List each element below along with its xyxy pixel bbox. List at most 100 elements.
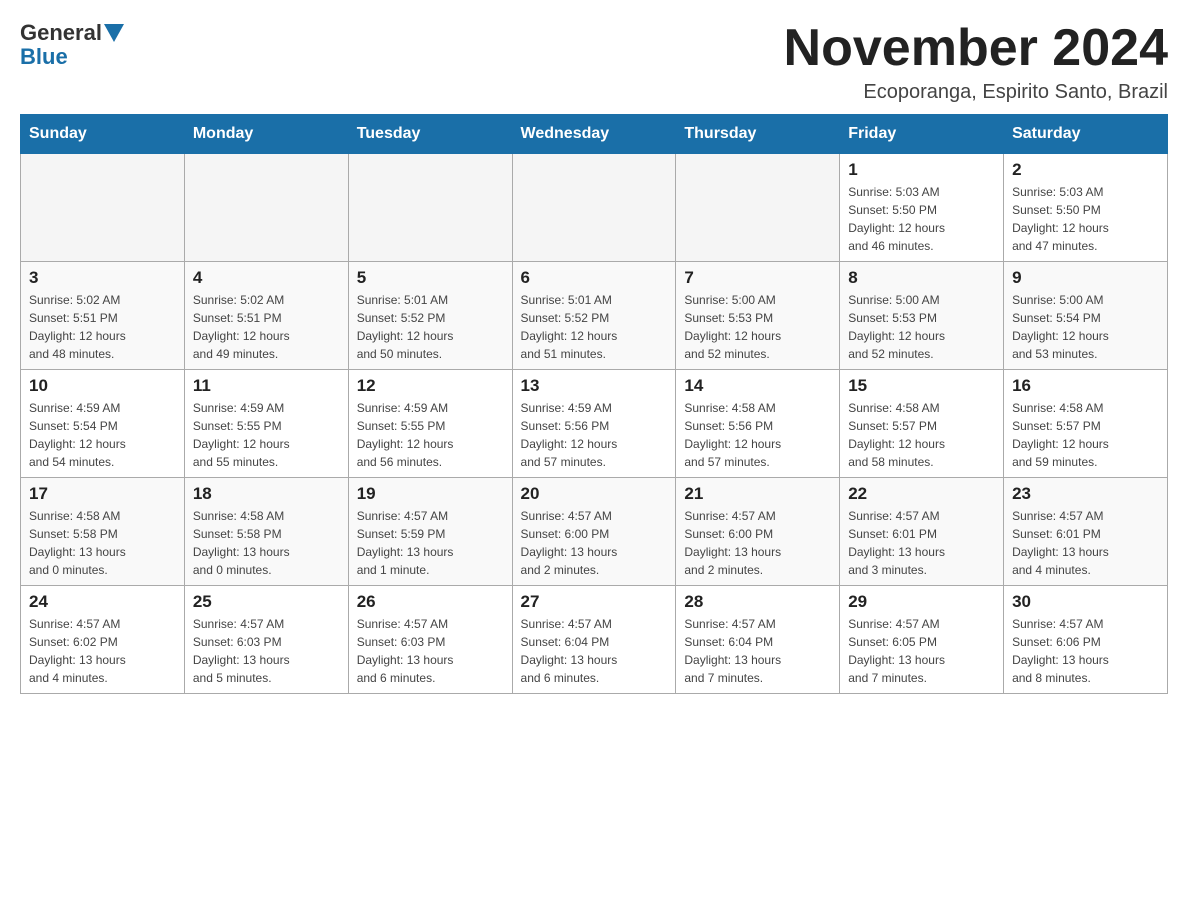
day-number: 10: [29, 376, 176, 396]
day-header-friday: Friday: [840, 115, 1004, 154]
calendar-cell: 23 Sunrise: 4:57 AMSunset: 6:01 PMDayligh…: [1004, 478, 1168, 586]
cell-info: Sunrise: 5:00 AMSunset: 5:53 PMDaylight:…: [684, 291, 831, 363]
cell-info: Sunrise: 4:58 AMSunset: 5:57 PMDaylight:…: [848, 399, 995, 471]
cell-info: Sunrise: 4:57 AMSunset: 6:03 PMDaylight:…: [193, 615, 340, 687]
calendar-cell: [676, 154, 840, 262]
calendar-week-row: 24 Sunrise: 4:57 AMSunset: 6:02 PMDayligh…: [21, 586, 1168, 694]
calendar-week-row: 3 Sunrise: 5:02 AMSunset: 5:51 PMDaylight…: [21, 262, 1168, 370]
day-header-monday: Monday: [184, 115, 348, 154]
cell-info: Sunrise: 4:57 AMSunset: 6:03 PMDaylight:…: [357, 615, 504, 687]
calendar-cell: 29 Sunrise: 4:57 AMSunset: 6:05 PMDayligh…: [840, 586, 1004, 694]
day-number: 24: [29, 592, 176, 612]
calendar-cell: 18Sunrise: 4:58 AMSunset: 5:58 PMDayligh…: [184, 478, 348, 586]
cell-info: Sunrise: 5:01 AMSunset: 5:52 PMDaylight:…: [357, 291, 504, 363]
calendar-cell: 21Sunrise: 4:57 AMSunset: 6:00 PMDayligh…: [676, 478, 840, 586]
cell-info: Sunrise: 4:57 AMSunset: 6:04 PMDaylight:…: [521, 615, 668, 687]
cell-info: Sunrise: 5:02 AMSunset: 5:51 PMDaylight:…: [193, 291, 340, 363]
day-number: 28: [684, 592, 831, 612]
calendar-cell: 9 Sunrise: 5:00 AMSunset: 5:54 PMDaylight…: [1004, 262, 1168, 370]
logo-arrow-icon: [104, 24, 124, 44]
calendar-week-row: 17 Sunrise: 4:58 AMSunset: 5:58 PMDayligh…: [21, 478, 1168, 586]
cell-info: Sunrise: 4:57 AMSunset: 6:05 PMDaylight:…: [848, 615, 995, 687]
day-number: 17: [29, 484, 176, 504]
day-number: 3: [29, 268, 176, 288]
calendar-week-row: 10 Sunrise: 4:59 AMSunset: 5:54 PMDayligh…: [21, 370, 1168, 478]
day-number: 2: [1012, 160, 1159, 180]
cell-info: Sunrise: 4:58 AMSunset: 5:57 PMDaylight:…: [1012, 399, 1159, 471]
day-number: 15: [848, 376, 995, 396]
cell-info: Sunrise: 4:58 AMSunset: 5:58 PMDaylight:…: [193, 507, 340, 579]
cell-info: Sunrise: 4:59 AMSunset: 5:55 PMDaylight:…: [357, 399, 504, 471]
calendar-cell: 5 Sunrise: 5:01 AMSunset: 5:52 PMDaylight…: [348, 262, 512, 370]
day-number: 16: [1012, 376, 1159, 396]
cell-info: Sunrise: 4:57 AMSunset: 6:04 PMDaylight:…: [684, 615, 831, 687]
calendar-cell: [348, 154, 512, 262]
cell-info: Sunrise: 4:57 AMSunset: 6:00 PMDaylight:…: [521, 507, 668, 579]
cell-info: Sunrise: 4:58 AMSunset: 5:56 PMDaylight:…: [684, 399, 831, 471]
cell-info: Sunrise: 4:57 AMSunset: 6:01 PMDaylight:…: [1012, 507, 1159, 579]
calendar-cell: 8Sunrise: 5:00 AMSunset: 5:53 PMDaylight…: [840, 262, 1004, 370]
calendar-header-row: SundayMondayTuesdayWednesdayThursdayFrid…: [21, 115, 1168, 154]
day-number: 26: [357, 592, 504, 612]
calendar-cell: 3Sunrise: 5:02 AMSunset: 5:51 PMDaylight…: [21, 262, 185, 370]
calendar-cell: 4 Sunrise: 5:02 AMSunset: 5:51 PMDaylight…: [184, 262, 348, 370]
day-number: 7: [684, 268, 831, 288]
day-number: 4: [193, 268, 340, 288]
calendar-cell: 27 Sunrise: 4:57 AMSunset: 6:04 PMDayligh…: [512, 586, 676, 694]
cell-info: Sunrise: 4:57 AMSunset: 6:02 PMDaylight:…: [29, 615, 176, 687]
calendar-cell: 30 Sunrise: 4:57 AMSunset: 6:06 PMDayligh…: [1004, 586, 1168, 694]
calendar-cell: 13 Sunrise: 4:59 AMSunset: 5:56 PMDayligh…: [512, 370, 676, 478]
calendar-cell: 17 Sunrise: 4:58 AMSunset: 5:58 PMDayligh…: [21, 478, 185, 586]
logo-general-text: General: [20, 20, 102, 46]
day-header-sunday: Sunday: [21, 115, 185, 154]
day-number: 9: [1012, 268, 1159, 288]
calendar-cell: 11Sunrise: 4:59 AMSunset: 5:55 PMDayligh…: [184, 370, 348, 478]
cell-info: Sunrise: 4:59 AMSunset: 5:55 PMDaylight:…: [193, 399, 340, 471]
day-number: 19: [357, 484, 504, 504]
day-number: 12: [357, 376, 504, 396]
day-number: 27: [521, 592, 668, 612]
location-text: Ecoporanga, Espirito Santo, Brazil: [784, 81, 1168, 104]
cell-info: Sunrise: 4:57 AMSunset: 6:06 PMDaylight:…: [1012, 615, 1159, 687]
page-header: General Blue November 2024 Ecoporanga, E…: [20, 20, 1168, 104]
calendar-cell: 1 Sunrise: 5:03 AMSunset: 5:50 PMDaylight…: [840, 154, 1004, 262]
title-block: November 2024 Ecoporanga, Espirito Santo…: [784, 20, 1168, 104]
day-number: 29: [848, 592, 995, 612]
calendar-cell: 6Sunrise: 5:01 AMSunset: 5:52 PMDaylight…: [512, 262, 676, 370]
calendar-cell: 22Sunrise: 4:57 AMSunset: 6:01 PMDayligh…: [840, 478, 1004, 586]
calendar-cell: [512, 154, 676, 262]
logo-blue-text: Blue: [20, 44, 124, 70]
calendar-cell: 10 Sunrise: 4:59 AMSunset: 5:54 PMDayligh…: [21, 370, 185, 478]
calendar-week-row: 1 Sunrise: 5:03 AMSunset: 5:50 PMDaylight…: [21, 154, 1168, 262]
calendar-cell: 25 Sunrise: 4:57 AMSunset: 6:03 PMDayligh…: [184, 586, 348, 694]
calendar-cell: 12 Sunrise: 4:59 AMSunset: 5:55 PMDayligh…: [348, 370, 512, 478]
day-header-saturday: Saturday: [1004, 115, 1168, 154]
calendar-cell: [184, 154, 348, 262]
calendar-cell: 15 Sunrise: 4:58 AMSunset: 5:57 PMDayligh…: [840, 370, 1004, 478]
cell-info: Sunrise: 4:57 AMSunset: 5:59 PMDaylight:…: [357, 507, 504, 579]
day-number: 23: [1012, 484, 1159, 504]
cell-info: Sunrise: 4:58 AMSunset: 5:58 PMDaylight:…: [29, 507, 176, 579]
cell-info: Sunrise: 5:00 AMSunset: 5:53 PMDaylight:…: [848, 291, 995, 363]
day-number: 30: [1012, 592, 1159, 612]
month-title: November 2024: [784, 20, 1168, 77]
cell-info: Sunrise: 4:59 AMSunset: 5:56 PMDaylight:…: [521, 399, 668, 471]
calendar-cell: 28 Sunrise: 4:57 AMSunset: 6:04 PMDayligh…: [676, 586, 840, 694]
calendar-table: SundayMondayTuesdayWednesdayThursdayFrid…: [20, 114, 1168, 694]
day-number: 21: [684, 484, 831, 504]
cell-info: Sunrise: 5:01 AMSunset: 5:52 PMDaylight:…: [521, 291, 668, 363]
calendar-cell: 16 Sunrise: 4:58 AMSunset: 5:57 PMDayligh…: [1004, 370, 1168, 478]
day-number: 22: [848, 484, 995, 504]
cell-info: Sunrise: 4:59 AMSunset: 5:54 PMDaylight:…: [29, 399, 176, 471]
day-number: 1: [848, 160, 995, 180]
calendar-cell: [21, 154, 185, 262]
calendar-cell: 24 Sunrise: 4:57 AMSunset: 6:02 PMDayligh…: [21, 586, 185, 694]
day-number: 25: [193, 592, 340, 612]
day-number: 14: [684, 376, 831, 396]
day-header-tuesday: Tuesday: [348, 115, 512, 154]
day-number: 13: [521, 376, 668, 396]
day-number: 20: [521, 484, 668, 504]
cell-info: Sunrise: 5:03 AMSunset: 5:50 PMDaylight:…: [848, 183, 995, 255]
day-number: 5: [357, 268, 504, 288]
cell-info: Sunrise: 5:00 AMSunset: 5:54 PMDaylight:…: [1012, 291, 1159, 363]
